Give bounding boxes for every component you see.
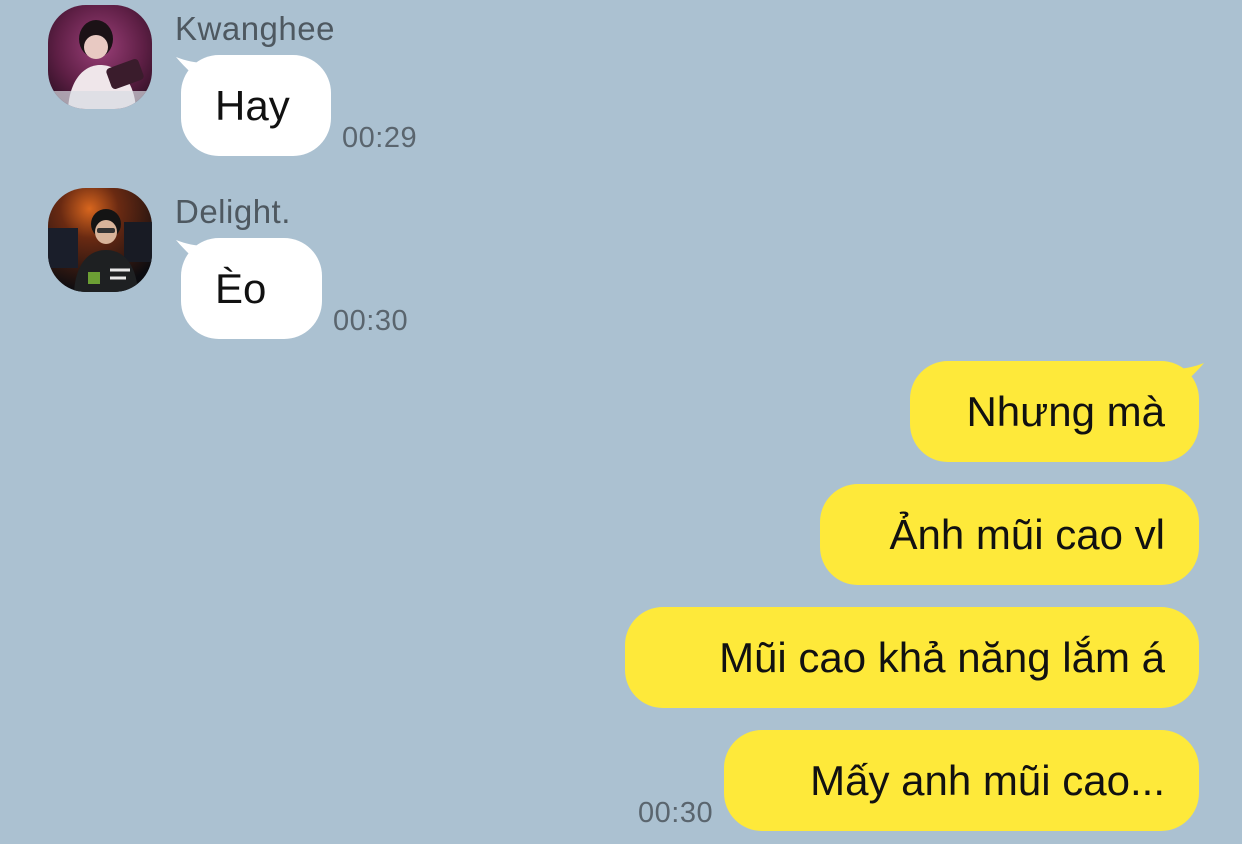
sender-name: Delight. [175,193,291,230]
message-time: 00:29 [342,122,418,154]
message-time: 00:30 [333,305,409,337]
message-bubble[interactable]: Mũi cao khả năng lắm á [625,607,1199,708]
avatar-delight-image [48,188,152,292]
message-bubble[interactable]: Èo [181,238,322,339]
message-bubble[interactable]: Ảnh mũi cao vl [820,484,1199,585]
message-text: Hay [215,81,290,129]
chat-area: Kwanghee Hay 00:29 Delight. Èo 00:30 Như… [0,0,1242,844]
message-bubble[interactable]: Nhưng mà [910,361,1199,462]
message-text: Èo [215,264,267,312]
message-text: Ảnh mũi cao vl [889,510,1165,558]
message-text: Mấy anh mũi cao... [810,756,1165,804]
avatar-kwanghee-image [48,5,152,109]
message-bubble[interactable]: Mấy anh mũi cao... [724,730,1199,831]
message-bubble[interactable]: Hay [181,55,331,156]
message-time: 00:30 [638,797,714,829]
message-text: Mũi cao khả năng lắm á [719,633,1165,681]
avatar-delight[interactable] [48,188,152,292]
avatar-kwanghee[interactable] [48,5,152,109]
sender-name: Kwanghee [175,10,335,47]
message-text: Nhưng mà [966,387,1165,435]
